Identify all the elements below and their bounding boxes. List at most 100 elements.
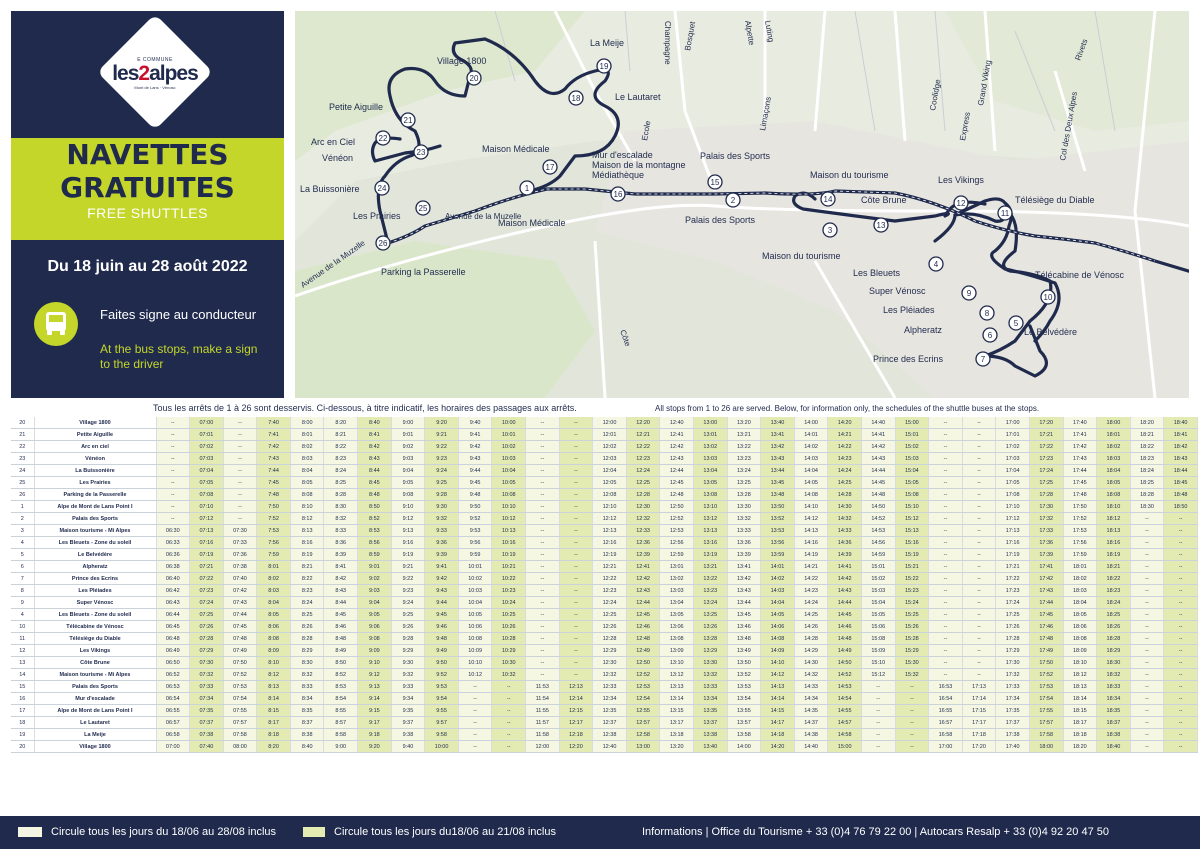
time-cell: 8:41 — [357, 428, 392, 441]
time-cell: 13:44 — [760, 464, 795, 477]
time-cell: 15:19 — [895, 548, 930, 561]
time-cell: 13:49 — [727, 644, 762, 657]
time-cell: 18:24 — [1096, 596, 1131, 609]
time-cell: 12:23 — [592, 584, 627, 597]
sign-text-en: At the bus stops, make a sign to the dri… — [100, 342, 258, 371]
time-cell: 9:40 — [458, 417, 493, 429]
time-cell: -- — [861, 716, 896, 729]
time-cell: -- — [1130, 692, 1165, 705]
stop-num-14: 14 — [824, 195, 833, 204]
time-cell: 14:03 — [760, 584, 795, 597]
stop-name-cell: Village 1800 — [34, 740, 157, 753]
time-cell: 14:58 — [827, 728, 862, 741]
time-cell: 07:16 — [189, 536, 224, 549]
time-cell: -- — [525, 428, 560, 441]
time-cell: 14:00 — [727, 740, 762, 753]
time-cell: 9:06 — [357, 620, 392, 633]
time-cell: 8:15 — [256, 704, 291, 717]
time-cell: 13:19 — [693, 548, 728, 561]
time-cell: 15:29 — [895, 644, 930, 657]
time-cell: 06:49 — [156, 644, 191, 657]
time-cell: 15:03 — [861, 584, 896, 597]
stop-label-17: Maison Médicale — [482, 144, 550, 154]
time-cell: -- — [156, 512, 191, 525]
time-cell: 12:03 — [592, 452, 627, 465]
time-cell: -- — [1130, 524, 1165, 537]
time-cell: 8:32 — [323, 512, 359, 525]
stop-name-cell: Les Bleuets - Zone du soleil — [34, 536, 157, 549]
time-cell: 8:19 — [290, 548, 325, 561]
time-cell: 15:00 — [827, 740, 862, 753]
time-cell: 15:04 — [895, 464, 930, 477]
time-cell: 18:13 — [1063, 680, 1098, 693]
time-cell: 9:20 — [424, 417, 459, 429]
time-cell: 9:04 — [357, 596, 392, 609]
time-cell: 8:32 — [290, 668, 325, 681]
table-row: 21 Petite Aiguille -- 07:01 -- 7:41 8:01 8:21 8:… — [11, 428, 1198, 441]
time-cell: 9:42 — [424, 572, 459, 585]
time-cell: 10:04 — [491, 464, 527, 477]
stop-number-cell: 4 — [11, 536, 35, 549]
time-cell: -- — [491, 728, 527, 741]
time-cell: 17:28 — [1029, 488, 1064, 501]
time-cell: -- — [928, 536, 963, 549]
stop-num-6: 6 — [988, 331, 993, 340]
time-cell: 17:21 — [1029, 428, 1064, 441]
time-cell: 8:50 — [323, 656, 359, 669]
time-cell: 07:32 — [189, 668, 224, 681]
time-cell: 07:52 — [223, 668, 258, 681]
time-cell: 10:00 — [491, 417, 527, 429]
time-cell: 10:01 — [491, 428, 527, 441]
time-cell: 18:10 — [1063, 656, 1098, 669]
time-cell: 13:50 — [727, 656, 762, 669]
time-cell: 13:26 — [693, 620, 728, 633]
time-cell: 13:43 — [727, 584, 762, 597]
time-cell: -- — [962, 417, 997, 429]
time-cell: 18:05 — [1063, 608, 1098, 621]
time-cell: 14:02 — [760, 572, 795, 585]
time-cell: 11:54 — [525, 692, 560, 705]
time-cell: 17:43 — [1063, 452, 1098, 465]
title-line1: NAVETTES — [66, 138, 229, 171]
time-cell: 9:45 — [424, 608, 459, 621]
time-cell: 14:19 — [794, 548, 829, 561]
time-cell: 8:33 — [323, 524, 359, 537]
time-cell: -- — [1130, 728, 1165, 741]
time-cell: 8:30 — [290, 656, 325, 669]
time-cell: 9:05 — [391, 476, 426, 489]
time-cell: 18:30 — [1130, 500, 1165, 513]
time-cell: 10:00 — [424, 740, 459, 753]
time-cell: -- — [928, 668, 963, 681]
stop-number-cell: 3 — [11, 524, 35, 537]
stop-number-cell: 1 — [11, 500, 35, 513]
time-cell: -- — [1163, 560, 1198, 573]
time-cell: 17:50 — [1029, 656, 1064, 669]
time-cell: -- — [861, 728, 896, 741]
time-cell: -- — [861, 740, 896, 753]
time-cell: 8:42 — [323, 572, 359, 585]
time-cell: 9:26 — [391, 620, 426, 633]
time-cell: 14:13 — [760, 680, 795, 693]
time-cell: -- — [962, 452, 997, 465]
time-cell: -- — [1163, 668, 1198, 681]
stop-name-cell: Super Vénosc — [34, 596, 157, 609]
time-cell: 15:25 — [895, 608, 930, 621]
time-cell: 8:49 — [323, 644, 359, 657]
time-cell: 8:56 — [357, 536, 392, 549]
time-cell: 10:29 — [491, 644, 527, 657]
time-cell: 13:24 — [693, 596, 728, 609]
time-cell: 9:25 — [391, 608, 426, 621]
stop-label-20: Village 1800 — [437, 56, 486, 66]
time-cell: -- — [928, 428, 963, 441]
time-cell: -- — [525, 488, 560, 501]
time-cell: 8:40 — [357, 417, 392, 429]
time-cell: 7:45 — [256, 476, 291, 489]
time-cell: 13:23 — [693, 584, 728, 597]
time-cell: 07:35 — [189, 704, 224, 717]
time-cell: 13:22 — [693, 572, 728, 585]
time-cell: 8:25 — [290, 608, 325, 621]
time-cell: 7:52 — [256, 512, 291, 525]
stop-name-cell: Arc en ciel — [34, 440, 157, 453]
time-cell: -- — [1163, 596, 1198, 609]
time-cell: 15:10 — [895, 500, 930, 513]
